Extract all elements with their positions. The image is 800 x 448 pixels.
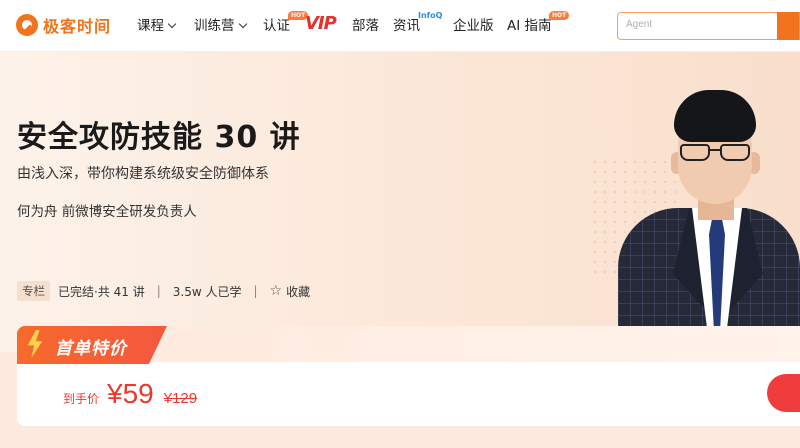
- learner-count: 3.5w 人已学: [172, 284, 242, 299]
- portrait-lens: [680, 144, 710, 161]
- star-outline-icon: ☆: [269, 283, 283, 299]
- chevron-down-icon: [238, 19, 247, 29]
- price-label: 到手价: [63, 392, 100, 406]
- lightning-icon: [27, 330, 43, 358]
- nav-item-tribe[interactable]: 部落: [352, 16, 379, 36]
- nav-item-courses[interactable]: 课程: [137, 16, 177, 36]
- original-price: ¥129: [163, 390, 198, 407]
- current-price: ¥59: [107, 378, 154, 409]
- portrait-lens: [720, 144, 750, 161]
- nav-item-label: 课程: [137, 18, 164, 34]
- nav-item-label: 认证: [263, 18, 290, 34]
- logo-icon: [16, 14, 38, 36]
- price-row: 到手价 ¥59 ¥129: [63, 378, 197, 414]
- search-box: [617, 12, 800, 40]
- divider: |: [156, 284, 161, 298]
- promo-tab: 首单特价: [17, 326, 167, 364]
- course-type-tag: 专栏: [17, 281, 50, 301]
- search-button[interactable]: [777, 12, 799, 40]
- nav-item-label: 训练营: [194, 18, 235, 34]
- logo[interactable]: 极客时间: [16, 12, 111, 38]
- author-portrait: [618, 90, 800, 328]
- favorite-label: 收藏: [286, 284, 311, 299]
- course-meta: 专栏 已完结·共 41 讲 | 3.5w 人已学 | ☆ 收藏: [17, 281, 310, 301]
- course-status: 已完结·共 41 讲: [58, 284, 145, 299]
- chevron-down-icon: [167, 19, 177, 29]
- portrait-bridge: [710, 149, 720, 151]
- nav-item-news[interactable]: 资讯: [393, 16, 420, 36]
- top-nav: 极客时间 课程 训练营 认证 HOT VIP 部落 资讯 InfoQ 企业版 A…: [0, 0, 800, 52]
- nav-item-label: 资讯: [393, 18, 420, 34]
- favorite-button[interactable]: ☆ 收藏: [270, 283, 311, 300]
- buy-button[interactable]: [767, 374, 800, 412]
- portrait-hair: [674, 90, 756, 142]
- portrait-glasses: [680, 144, 750, 162]
- logo-text: 极客时间: [43, 17, 112, 36]
- price-card: 首单特价 到手价 ¥59 ¥129: [17, 326, 800, 426]
- nav-item-certification[interactable]: 认证: [263, 16, 290, 36]
- course-subtitle: 由浅入深，带你构建系统级安全防御体系: [17, 166, 269, 182]
- nav-item-ai-guide[interactable]: AI 指南: [507, 16, 552, 36]
- nav-item-vip[interactable]: VIP: [305, 13, 337, 34]
- hot-badge: HOT: [549, 11, 570, 20]
- infoq-badge: InfoQ: [418, 11, 443, 20]
- course-title: 安全攻防技能 30 讲: [17, 120, 301, 155]
- divider: |: [253, 284, 258, 298]
- nav-item-enterprise[interactable]: 企业版: [453, 16, 494, 36]
- course-author: 何为舟 前微博安全研发负责人: [17, 204, 197, 220]
- promo-label: 首单特价: [55, 339, 127, 359]
- nav-item-bootcamp[interactable]: 训练营: [194, 16, 247, 36]
- search-input[interactable]: [626, 19, 766, 30]
